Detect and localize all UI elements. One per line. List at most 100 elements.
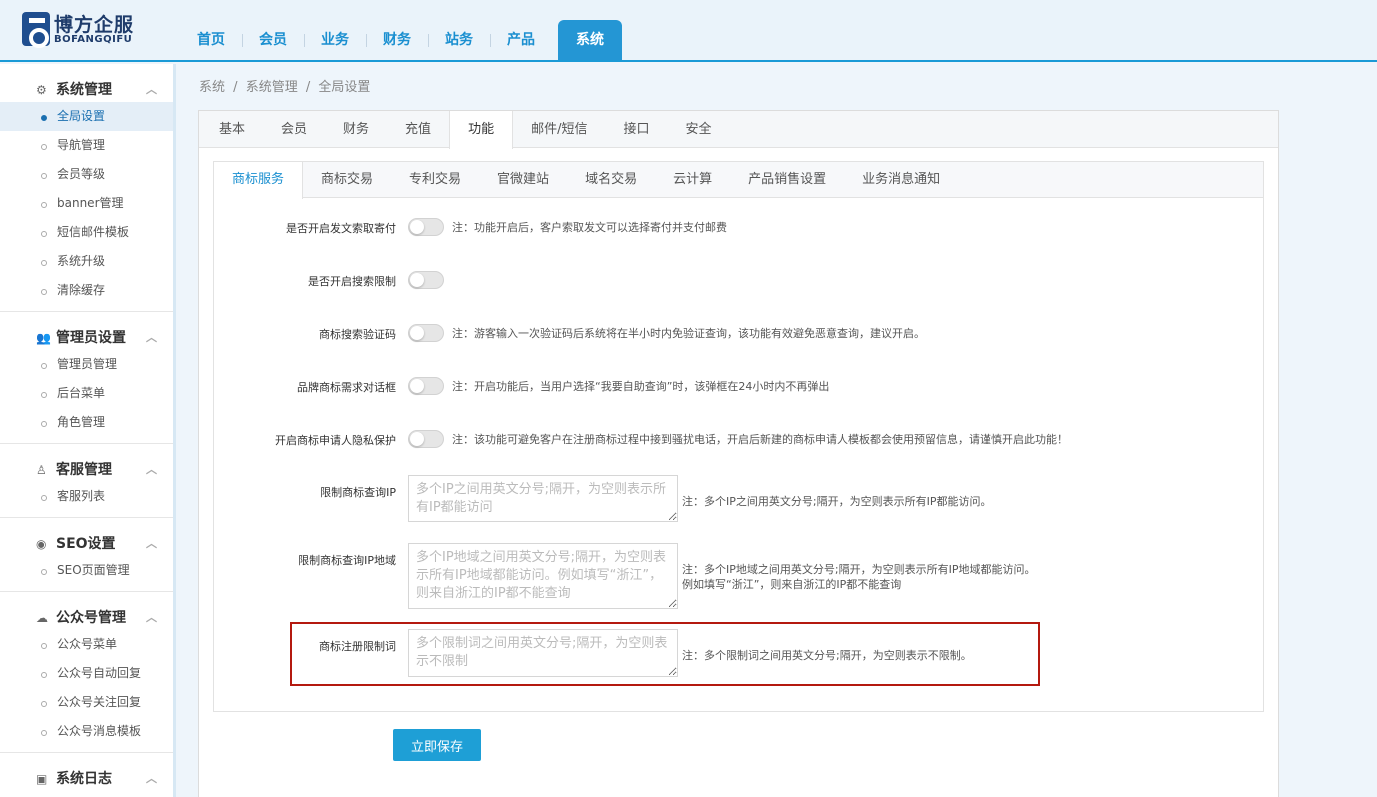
tab-recharge[interactable]: 充值 xyxy=(387,111,449,148)
sidebar-group-wechat: ☁ 公众号管理 ︿ 公众号菜单 公众号自动回复 公众号关注回复 公众号消息模板 xyxy=(0,592,173,753)
ip-region-limit-input[interactable] xyxy=(408,543,678,609)
logo-text-cn: 博方企服 xyxy=(54,14,135,36)
ip-limit-input[interactable] xyxy=(408,475,678,522)
sidebar-item-wechat-follow-reply[interactable]: 公众号关注回复 xyxy=(0,688,173,717)
sidebar-group-title: 管理员设置 xyxy=(56,330,126,346)
sidebar-item-wechat-autoreply[interactable]: 公众号自动回复 xyxy=(0,659,173,688)
logo[interactable]: 博方企服 BOFANGQIFU xyxy=(22,10,172,50)
sidebar-item-admin-manage[interactable]: 管理员管理 xyxy=(0,350,173,379)
sidebar-item-roles[interactable]: 角色管理 xyxy=(0,408,173,437)
sidebar-item-member-level[interactable]: 会员等级 xyxy=(0,160,173,189)
toggle-switch[interactable] xyxy=(408,377,444,395)
sidebar-item-clear-cache[interactable]: 清除缓存 xyxy=(0,276,173,305)
globe-icon: ◉ xyxy=(36,537,47,551)
sidebar-item-nav[interactable]: 导航管理 xyxy=(0,131,173,160)
setting-label: 商标注册限制词 xyxy=(319,640,396,653)
tab-member[interactable]: 会员 xyxy=(263,111,325,148)
topnav-product[interactable]: 产品 xyxy=(490,20,552,60)
breadcrumb-global-settings: 全局设置 xyxy=(318,80,371,95)
tab-security[interactable]: 安全 xyxy=(667,111,729,148)
gears-icon: ⚙ xyxy=(36,83,47,97)
support-icon: ♙ xyxy=(36,463,47,477)
subtab-domain-trade[interactable]: 域名交易 xyxy=(567,162,655,198)
setting-note: 注：多个限制词之间用英文分号;隔开，为空则表示不限制。 xyxy=(682,649,972,662)
subtab-trademark-service[interactable]: 商标服务 xyxy=(214,162,304,199)
sidebar-item-wechat-msg-template[interactable]: 公众号消息模板 xyxy=(0,717,173,746)
sidebar-group-support: ♙ 客服管理 ︿ 客服列表 xyxy=(0,444,173,518)
subtab-product-sales[interactable]: 产品销售设置 xyxy=(730,162,844,198)
breadcrumb-sep: / xyxy=(305,80,311,95)
sidebar-group-head[interactable]: ⚙ 系统管理 ︿ xyxy=(0,78,173,102)
sidebar-group-title: SEO设置 xyxy=(56,536,116,552)
top-nav: 首页 会员 业务 财务 站务 产品 系统 xyxy=(180,20,622,60)
sidebar: ⚙ 系统管理 ︿ 全局设置 导航管理 会员等级 banner管理 短信邮件模板 … xyxy=(0,64,176,797)
sidebar-item-upgrade[interactable]: 系统升级 xyxy=(0,247,173,276)
sidebar-group-head[interactable]: ♙ 客服管理 ︿ xyxy=(0,458,173,482)
settings-tabs: 基本 会员 财务 充值 功能 邮件/短信 接口 安全 xyxy=(199,111,1278,149)
setting-note: 注：多个IP之间用英文分号;隔开，为空则表示所有IP都能访问。 xyxy=(682,495,992,508)
subtab-cloud[interactable]: 云计算 xyxy=(655,162,730,198)
chevron-up-icon: ︿ xyxy=(146,611,157,624)
sidebar-group-title: 系统管理 xyxy=(56,82,112,98)
sidebar-item-seo-pages[interactable]: SEO页面管理 xyxy=(0,556,173,585)
setting-label: 限制商标查询IP地域 xyxy=(298,554,396,567)
sidebar-group-admin: 👥 管理员设置 ︿ 管理员管理 后台菜单 角色管理 xyxy=(0,312,173,444)
sidebar-item-global-settings[interactable]: 全局设置 xyxy=(0,102,173,131)
sidebar-group-title: 公众号管理 xyxy=(56,610,126,626)
users-icon: 👥 xyxy=(36,331,51,345)
topnav-finance[interactable]: 财务 xyxy=(366,20,428,60)
topnav-system[interactable]: 系统 xyxy=(558,20,622,60)
subtab-patent-trade[interactable]: 专利交易 xyxy=(391,162,479,198)
toggle-switch[interactable] xyxy=(408,324,444,342)
wechat-icon: ☁ xyxy=(36,611,48,625)
toggle-switch[interactable] xyxy=(408,218,444,236)
subtab-micro-site[interactable]: 官微建站 xyxy=(479,162,567,198)
setting-note: 注：该功能可避免客户在注册商标过程中接到骚扰电话，开启后新建的商标申请人模板都会… xyxy=(452,433,1068,446)
setting-label: 限制商标查询IP xyxy=(320,486,396,499)
chevron-up-icon: ︿ xyxy=(146,331,157,344)
tab-basic[interactable]: 基本 xyxy=(201,111,263,148)
setting-note: 注：功能开启后，客户索取发文可以选择寄付并支付邮费 xyxy=(452,221,727,234)
setting-label: 是否开启搜索限制 xyxy=(308,275,396,288)
subtab-business-notify[interactable]: 业务消息通知 xyxy=(844,162,958,198)
subtab-trademark-trade[interactable]: 商标交易 xyxy=(303,162,391,198)
tab-function[interactable]: 功能 xyxy=(449,111,514,149)
function-subtabs: 商标服务 商标交易 专利交易 官微建站 域名交易 云计算 产品销售设置 业务消息… xyxy=(214,162,1263,199)
breadcrumb-sep: / xyxy=(233,80,238,95)
sidebar-item-support-list[interactable]: 客服列表 xyxy=(0,482,173,511)
top-header: 博方企服 BOFANGQIFU 首页 会员 业务 财务 站务 产品 系统 xyxy=(0,0,1377,62)
chevron-up-icon: ︿ xyxy=(146,83,157,96)
sidebar-item-backend-menu[interactable]: 后台菜单 xyxy=(0,379,173,408)
tab-mail-sms[interactable]: 邮件/短信 xyxy=(513,111,605,148)
setting-label: 商标搜索验证码 xyxy=(319,328,396,341)
tab-finance[interactable]: 财务 xyxy=(325,111,387,148)
breadcrumb-system[interactable]: 系统 xyxy=(199,80,225,95)
setting-note: 例如填写“浙江”，则来自浙江的IP都不能查询 xyxy=(682,578,902,591)
sidebar-group-log: ▣ 系统日志 ︿ xyxy=(0,753,173,797)
topnav-site[interactable]: 站务 xyxy=(428,20,490,60)
log-icon: ▣ xyxy=(36,772,48,786)
topnav-member[interactable]: 会员 xyxy=(242,20,304,60)
sidebar-group-head[interactable]: ◉ SEO设置 ︿ xyxy=(0,532,173,556)
tab-api[interactable]: 接口 xyxy=(605,111,667,148)
setting-label: 品牌商标需求对话框 xyxy=(297,381,396,394)
toggle-switch[interactable] xyxy=(408,430,444,448)
breadcrumb-system-manage[interactable]: 系统管理 xyxy=(246,80,298,95)
setting-note: 注：开启功能后，当用户选择“我要自助查询”时，该弹框在24小时内不再弹出 xyxy=(452,380,830,393)
sidebar-group-head[interactable]: ☁ 公众号管理 ︿ xyxy=(0,606,173,630)
trademark-restricted-words-input[interactable] xyxy=(408,629,678,677)
chevron-up-icon: ︿ xyxy=(146,772,157,785)
function-subpanel: 商标服务 商标交易 专利交易 官微建站 域名交易 云计算 产品销售设置 业务消息… xyxy=(213,161,1264,712)
sidebar-group-head[interactable]: 👥 管理员设置 ︿ xyxy=(0,326,173,350)
topnav-business[interactable]: 业务 xyxy=(304,20,366,60)
sidebar-item-sms-mail[interactable]: 短信邮件模板 xyxy=(0,218,173,247)
sidebar-item-wechat-menu[interactable]: 公众号菜单 xyxy=(0,630,173,659)
topnav-home[interactable]: 首页 xyxy=(180,20,242,60)
setting-note: 注：游客输入一次验证码后系统将在半小时内免验证查询，该功能有效避免恶意查询，建议… xyxy=(452,327,925,340)
toggle-switch[interactable] xyxy=(408,271,444,289)
setting-label: 开启商标申请人隐私保护 xyxy=(275,434,396,447)
sidebar-group-head[interactable]: ▣ 系统日志 ︿ xyxy=(0,767,173,791)
save-button[interactable]: 立即保存 xyxy=(393,729,481,761)
sidebar-group-title: 客服管理 xyxy=(56,462,112,478)
sidebar-item-banner[interactable]: banner管理 xyxy=(0,189,173,218)
